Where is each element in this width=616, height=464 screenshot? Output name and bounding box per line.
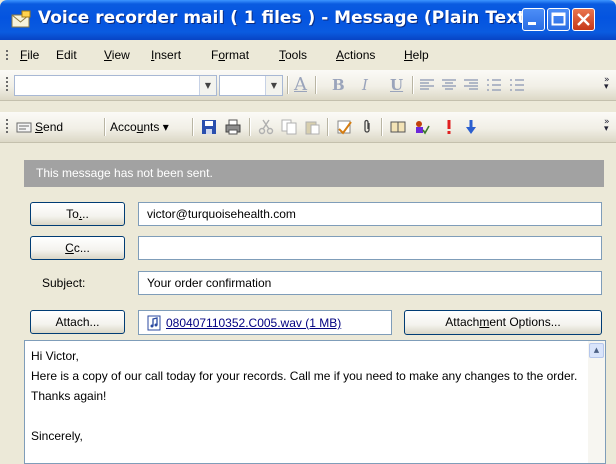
attachment-options-button[interactable]: Attachment Options... xyxy=(404,310,602,335)
toolbar-separator xyxy=(104,118,105,136)
message-body-text: Hi Victor, Here is a copy of our call to… xyxy=(31,349,578,443)
toolbar-separator xyxy=(249,118,250,136)
minimize-icon xyxy=(528,22,536,25)
bullets-icon[interactable] xyxy=(509,77,525,93)
check-names-icon[interactable] xyxy=(414,119,430,135)
importance-high-icon[interactable] xyxy=(441,119,457,135)
menu-bar: File Edit View Insert Format Tools Actio… xyxy=(0,40,616,71)
info-bar: This message has not been sent. xyxy=(24,160,604,187)
to-button[interactable]: To... xyxy=(30,202,125,226)
dropdown-arrow-icon[interactable]: ▼ xyxy=(199,76,216,95)
to-field[interactable]: victor@turquoisehealth.com xyxy=(138,202,602,226)
toolbar-separator xyxy=(381,118,382,136)
attach-button[interactable]: Attach... xyxy=(30,310,125,334)
align-center-icon[interactable] xyxy=(441,77,457,93)
address-book-check-icon[interactable] xyxy=(336,119,352,135)
toolbar-separator xyxy=(327,118,328,136)
font-color-icon[interactable]: A xyxy=(294,74,307,95)
align-right-icon[interactable] xyxy=(463,77,479,93)
menu-tools[interactable]: Tools xyxy=(279,48,307,62)
font-size-combo[interactable]: ▼ xyxy=(219,75,283,96)
standard-toolbar: Send Accounts ▾ » ▾ xyxy=(0,112,616,143)
toolbar-separator xyxy=(412,76,413,94)
vertical-scrollbar[interactable]: ▲ xyxy=(588,341,605,463)
menu-file[interactable]: File xyxy=(20,48,39,62)
bold-icon[interactable]: B xyxy=(332,76,345,94)
menu-edit[interactable]: Edit xyxy=(56,48,77,62)
accounts-button[interactable]: Accounts ▾ xyxy=(110,115,192,139)
attachment-link[interactable]: 080407110352.C005.wav (1 MB) xyxy=(166,316,341,330)
toolbar-separator xyxy=(287,76,288,94)
importance-low-icon[interactable] xyxy=(463,119,479,135)
envelope-icon xyxy=(11,10,31,28)
maximize-icon xyxy=(551,12,566,26)
send-button[interactable]: Send xyxy=(14,115,98,139)
message-window: Voice recorder mail ( 1 files ) - Messag… xyxy=(0,0,616,464)
close-icon xyxy=(577,13,590,26)
toolbar-options-chevron-icon[interactable]: » ▾ xyxy=(604,76,612,92)
menu-actions[interactable]: Actions xyxy=(336,48,375,62)
cc-button[interactable]: Cc... xyxy=(30,236,125,260)
menu-insert[interactable]: Insert xyxy=(151,48,181,62)
paperclip-icon[interactable] xyxy=(359,119,375,135)
menu-grip[interactable] xyxy=(6,50,8,62)
copy-icon[interactable] xyxy=(281,119,297,135)
menu-view[interactable]: View xyxy=(104,48,130,62)
audio-file-icon xyxy=(147,315,161,331)
font-name-combo[interactable]: ▼ xyxy=(14,75,217,96)
menu-format[interactable]: Format xyxy=(211,48,249,62)
not-sent-notice: This message has not been sent. xyxy=(36,166,213,180)
title-bar[interactable]: Voice recorder mail ( 1 files ) - Messag… xyxy=(0,0,616,40)
underline-icon[interactable]: U xyxy=(390,76,403,94)
maximize-button[interactable] xyxy=(547,8,570,31)
toolbar-separator xyxy=(315,76,316,94)
window-title: Voice recorder mail ( 1 files ) - Messag… xyxy=(38,8,534,28)
toolbar-grip[interactable] xyxy=(6,119,8,135)
toolbar-separator xyxy=(192,118,193,136)
align-left-icon[interactable] xyxy=(419,77,435,93)
toolbar-options-chevron-icon[interactable]: » ▾ xyxy=(604,118,612,134)
address-book-icon[interactable] xyxy=(390,119,406,135)
dropdown-arrow-icon[interactable]: ▼ xyxy=(265,76,282,95)
toolbar-grip[interactable] xyxy=(6,77,8,93)
close-button[interactable] xyxy=(572,8,595,31)
subject-field[interactable]: Your order confirmation xyxy=(138,271,602,295)
formatting-toolbar: ▼ ▼ A B I U » ▾ xyxy=(0,70,616,101)
subject-label: Subject: xyxy=(42,276,86,290)
print-icon[interactable] xyxy=(225,119,241,135)
scroll-up-icon[interactable]: ▲ xyxy=(589,343,604,358)
cc-field[interactable] xyxy=(138,236,602,260)
message-body[interactable]: Hi Victor, Here is a copy of our call to… xyxy=(24,340,606,464)
menu-help[interactable]: Help xyxy=(404,48,429,62)
send-icon xyxy=(16,122,32,133)
paste-icon[interactable] xyxy=(304,119,320,135)
attachment-field[interactable]: 080407110352.C005.wav (1 MB) xyxy=(138,310,392,335)
save-icon[interactable] xyxy=(201,119,217,135)
cut-icon[interactable] xyxy=(258,119,274,135)
italic-icon[interactable]: I xyxy=(362,76,368,94)
numbering-icon[interactable] xyxy=(486,77,502,93)
minimize-button[interactable] xyxy=(522,8,545,31)
